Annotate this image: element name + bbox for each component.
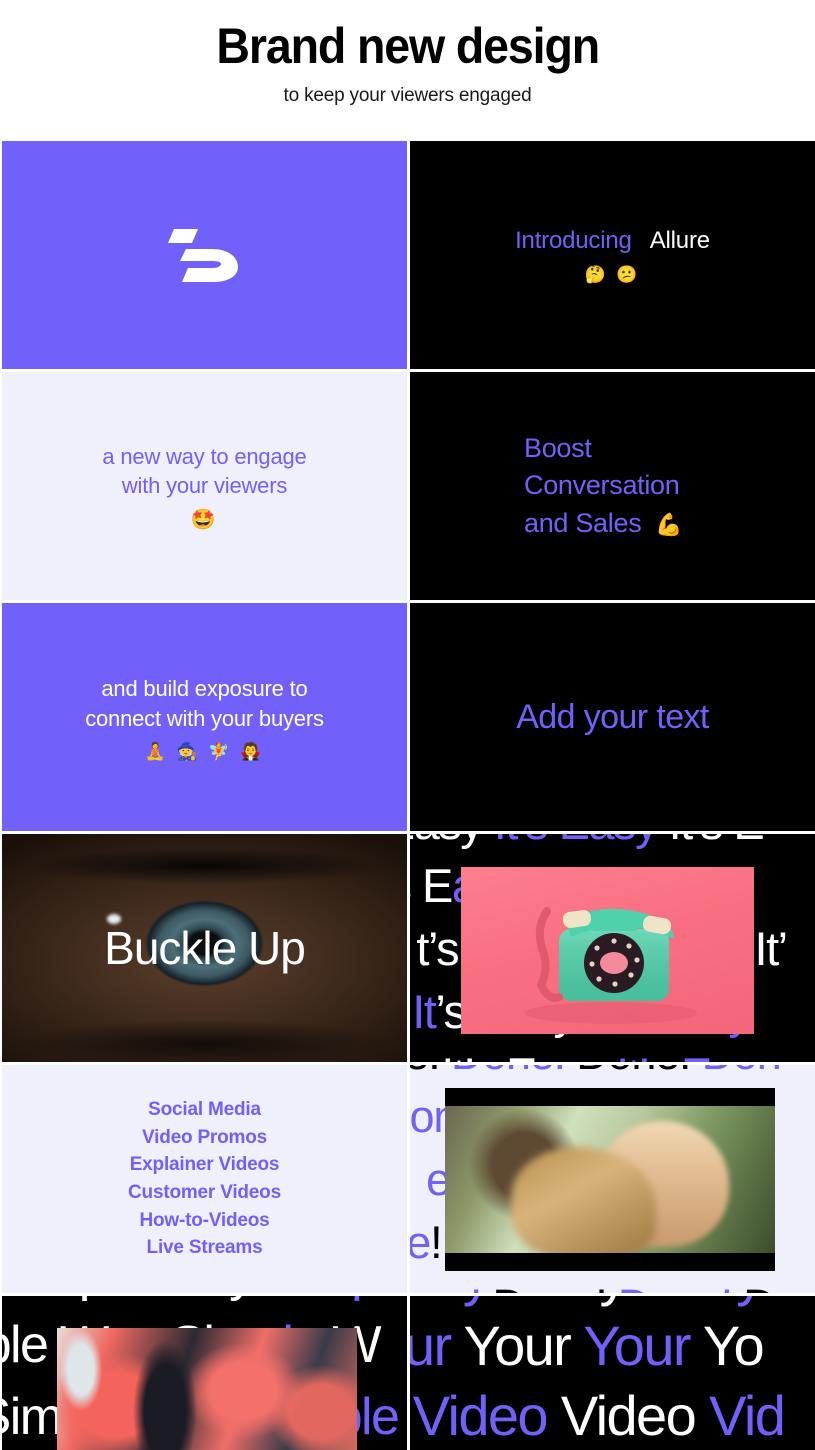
engage-line-1: a new way to engage (102, 443, 307, 469)
tile-logo[interactable] (2, 141, 407, 369)
tile-simple-way[interactable]: Simple Way Simple mple Way Simple W Simp… (2, 1296, 407, 1450)
add-text-label: Add your text (516, 697, 709, 736)
template-grid: Introducing Allure 🤔 😕 a new way to enga… (0, 141, 815, 1450)
list-item: Video Promos (141, 1126, 267, 1148)
boost-headline: Boost Conversation and Sales 💪 (410, 430, 815, 542)
list-item: Explainer Videos (129, 1154, 280, 1176)
exposure-line-1: and build exposure to (101, 676, 308, 702)
introducing-emoji-row: 🤔 😕 (584, 264, 641, 284)
flexed-biceps-icon: 💪 (655, 511, 683, 537)
list-item: How-to-Videos (139, 1209, 270, 1231)
tile-services-list[interactable]: Social Media Video Promos Explainer Vide… (2, 1065, 407, 1293)
boost-line-2: Conversation (524, 470, 680, 501)
smiling-woman-video-clip (445, 1088, 775, 1271)
mint-rotary-phone-photo (461, 867, 754, 1034)
allure-d-logo-icon (167, 227, 242, 283)
tile-boost[interactable]: Boost Conversation and Sales 💪 (410, 372, 815, 600)
services-list: Social Media Video Promos Explainer Vide… (128, 1096, 281, 1261)
your-video-story-repeating-text: Story Story Story ur Your Your Yo Video … (410, 1296, 786, 1447)
introducing-headline: Introducing Allure (515, 227, 710, 255)
tile-its-easy[interactable]: Easy It’s Easy It’s E s Easy It’s EaIt’s… (410, 834, 815, 1062)
red-smoke-legs-video-clip (57, 1328, 357, 1450)
exposure-emoji-row: 🧘 🧙 🧚 🧛 (144, 741, 265, 761)
list-item: Social Media (148, 1099, 261, 1121)
tile-add-text[interactable]: Add your text (410, 603, 815, 831)
tile-introducing[interactable]: Introducing Allure 🤔 😕 (410, 141, 815, 369)
engage-line-2: with your viewers (121, 473, 288, 498)
page-title: Brand new design (216, 17, 600, 74)
exposure-line-2: connect with your buyers (85, 705, 324, 731)
engage-emoji-row: 🤩 (190, 509, 219, 532)
buckle-up-label: Buckle Up (104, 922, 306, 974)
introducing-accent-word: Introducing (515, 227, 632, 255)
tile-exposure[interactable]: and build exposure to connect with your … (2, 603, 407, 831)
boost-line-1: Boost (524, 433, 592, 464)
introducing-plain-word: Allure (649, 227, 710, 255)
page-subtitle: to keep your viewers engaged (283, 84, 532, 106)
page-header: Brand new design to keep your viewers en… (0, 0, 815, 141)
tile-buckle-up[interactable]: Buckle Up (2, 834, 407, 1062)
list-item: Live Streams (146, 1237, 263, 1259)
boost-line-3: and Sales (524, 507, 642, 538)
list-item: Customer Videos (128, 1182, 281, 1203)
tile-your-video-story[interactable]: Story Story Story ur Your Your Yo Video … (410, 1296, 815, 1450)
tile-engage[interactable]: a new way to engage with your viewers 🤩 (2, 372, 407, 600)
tile-done[interactable]: e! Done! Done! Don Done! Done! Done e! D… (410, 1065, 815, 1293)
